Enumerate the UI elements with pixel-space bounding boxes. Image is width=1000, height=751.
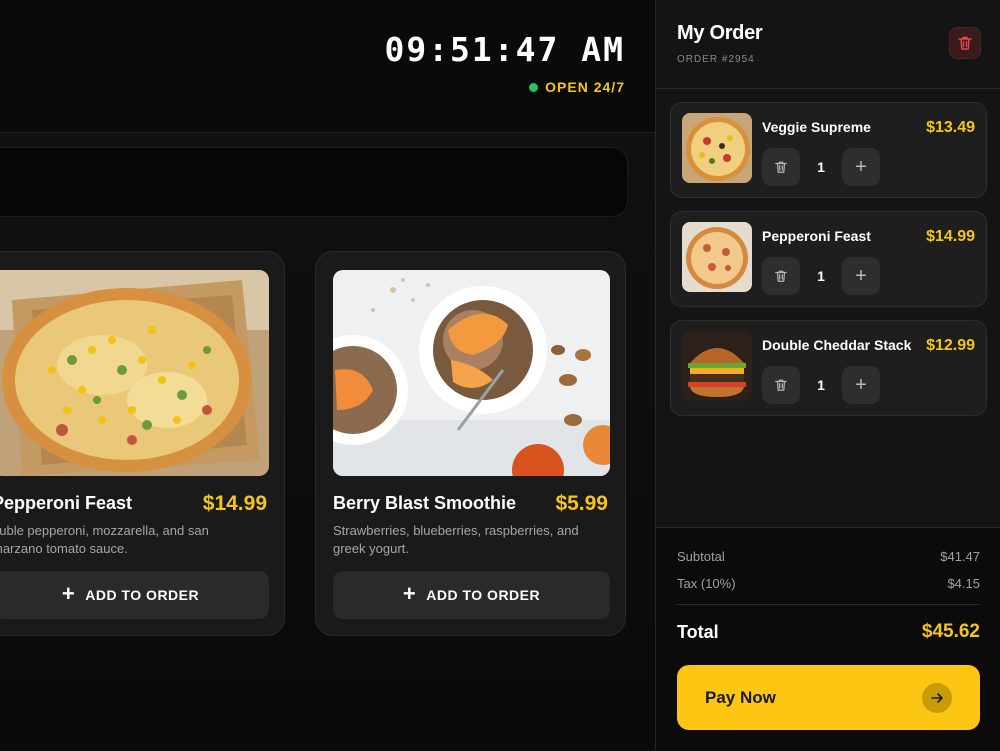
order-title: My Order — [677, 22, 763, 44]
total-label: Total — [677, 622, 719, 642]
menu-card: Berry Blast Smoothie $5.99 Strawberries,… — [315, 251, 626, 636]
menu-item-price: $5.99 — [555, 492, 608, 515]
remove-item-button[interactable] — [762, 148, 800, 186]
top-bar: 09:51:47 AM OPEN 24/7 — [0, 0, 655, 133]
divider — [677, 604, 980, 605]
burger-photo — [682, 331, 752, 401]
pepperoni-pizza-photo — [682, 222, 752, 292]
menu-item-name: Berry Blast Smoothie — [333, 493, 517, 513]
subtotal-value: $41.47 — [940, 549, 980, 564]
add-to-order-label: ADD TO ORDER — [85, 587, 200, 603]
veggie-pizza-photo — [682, 113, 752, 183]
total-value: $45.62 — [921, 621, 980, 642]
pay-now-label: Pay Now — [705, 688, 776, 707]
remove-item-button[interactable] — [762, 257, 800, 295]
tax-value: $4.15 — [947, 576, 980, 591]
order-summary: Subtotal $41.47 Tax (10%) $4.15 Total $4… — [656, 527, 1000, 751]
smoothie-bowl-photo — [333, 270, 610, 476]
trash-icon — [775, 270, 787, 282]
pizza-photo — [0, 270, 269, 476]
clear-order-button[interactable] — [949, 27, 981, 59]
order-number: ORDER #2954 — [677, 54, 755, 65]
menu-item-description: ouble pepperoni, mozzarella, and san mar… — [0, 523, 209, 556]
order-item: Double Cheddar Stack $12.99 1 + — [670, 320, 987, 416]
status-dot-icon — [529, 82, 539, 92]
search-bar[interactable] — [0, 147, 628, 217]
order-item-price: $14.99 — [926, 228, 975, 245]
plus-icon: + — [855, 373, 867, 396]
quantity-value: 1 — [817, 377, 825, 393]
remove-item-button[interactable] — [762, 366, 800, 404]
subtotal-label: Subtotal — [677, 549, 725, 564]
subtotal-row: Subtotal $41.47 — [677, 549, 980, 564]
pay-now-button[interactable]: Pay Now — [677, 665, 980, 730]
order-item: Veggie Supreme $13.49 1 + — [670, 102, 987, 198]
trash-icon — [775, 161, 787, 173]
tax-row: Tax (10%) $4.15 — [677, 576, 980, 591]
order-item-price: $12.99 — [926, 337, 975, 354]
trash-icon — [775, 379, 787, 391]
order-item-name: Veggie Supreme — [762, 119, 871, 135]
menu-card: Pepperoni Feast $14.99 ouble pepperoni, … — [0, 251, 285, 636]
plus-icon: + — [855, 264, 867, 287]
order-header: My Order ORDER #2954 — [656, 0, 1000, 89]
plus-icon: + — [855, 155, 867, 178]
plus-icon: + — [402, 581, 417, 606]
add-to-order-label: ADD TO ORDER — [426, 587, 541, 603]
tax-label: Tax (10%) — [677, 576, 736, 591]
open-status: OPEN 24/7 — [529, 79, 625, 95]
add-to-order-button[interactable]: + ADD TO ORDER — [0, 571, 269, 619]
increase-quantity-button[interactable]: + — [842, 366, 880, 404]
increase-quantity-button[interactable]: + — [842, 257, 880, 295]
quantity-value: 1 — [817, 159, 825, 175]
increase-quantity-button[interactable]: + — [842, 148, 880, 186]
menu-item-name: Pepperoni Feast — [0, 493, 133, 513]
clock: 09:51:47 AM — [384, 30, 625, 69]
status-text: OPEN 24/7 — [545, 79, 625, 95]
order-item-name: Double Cheddar Stack — [762, 337, 912, 353]
plus-icon: + — [61, 581, 76, 606]
menu-item-price: $14.99 — [202, 492, 267, 515]
order-item-name: Pepperoni Feast — [762, 228, 871, 244]
order-item: Pepperoni Feast $14.99 1 + — [670, 211, 987, 307]
trash-icon — [958, 36, 972, 50]
quantity-value: 1 — [817, 268, 825, 284]
menu-item-description: Strawberries, blueberries, raspberries, … — [333, 523, 579, 556]
add-to-order-button[interactable]: + ADD TO ORDER — [333, 571, 610, 619]
arrow-right-icon — [922, 683, 952, 713]
order-item-price: $13.49 — [926, 119, 975, 136]
order-panel: My Order ORDER #2954 Veggie Supreme $13.… — [655, 0, 1000, 751]
menu-area: 09:51:47 AM OPEN 24/7 Pepperoni Feast $1… — [0, 0, 655, 750]
